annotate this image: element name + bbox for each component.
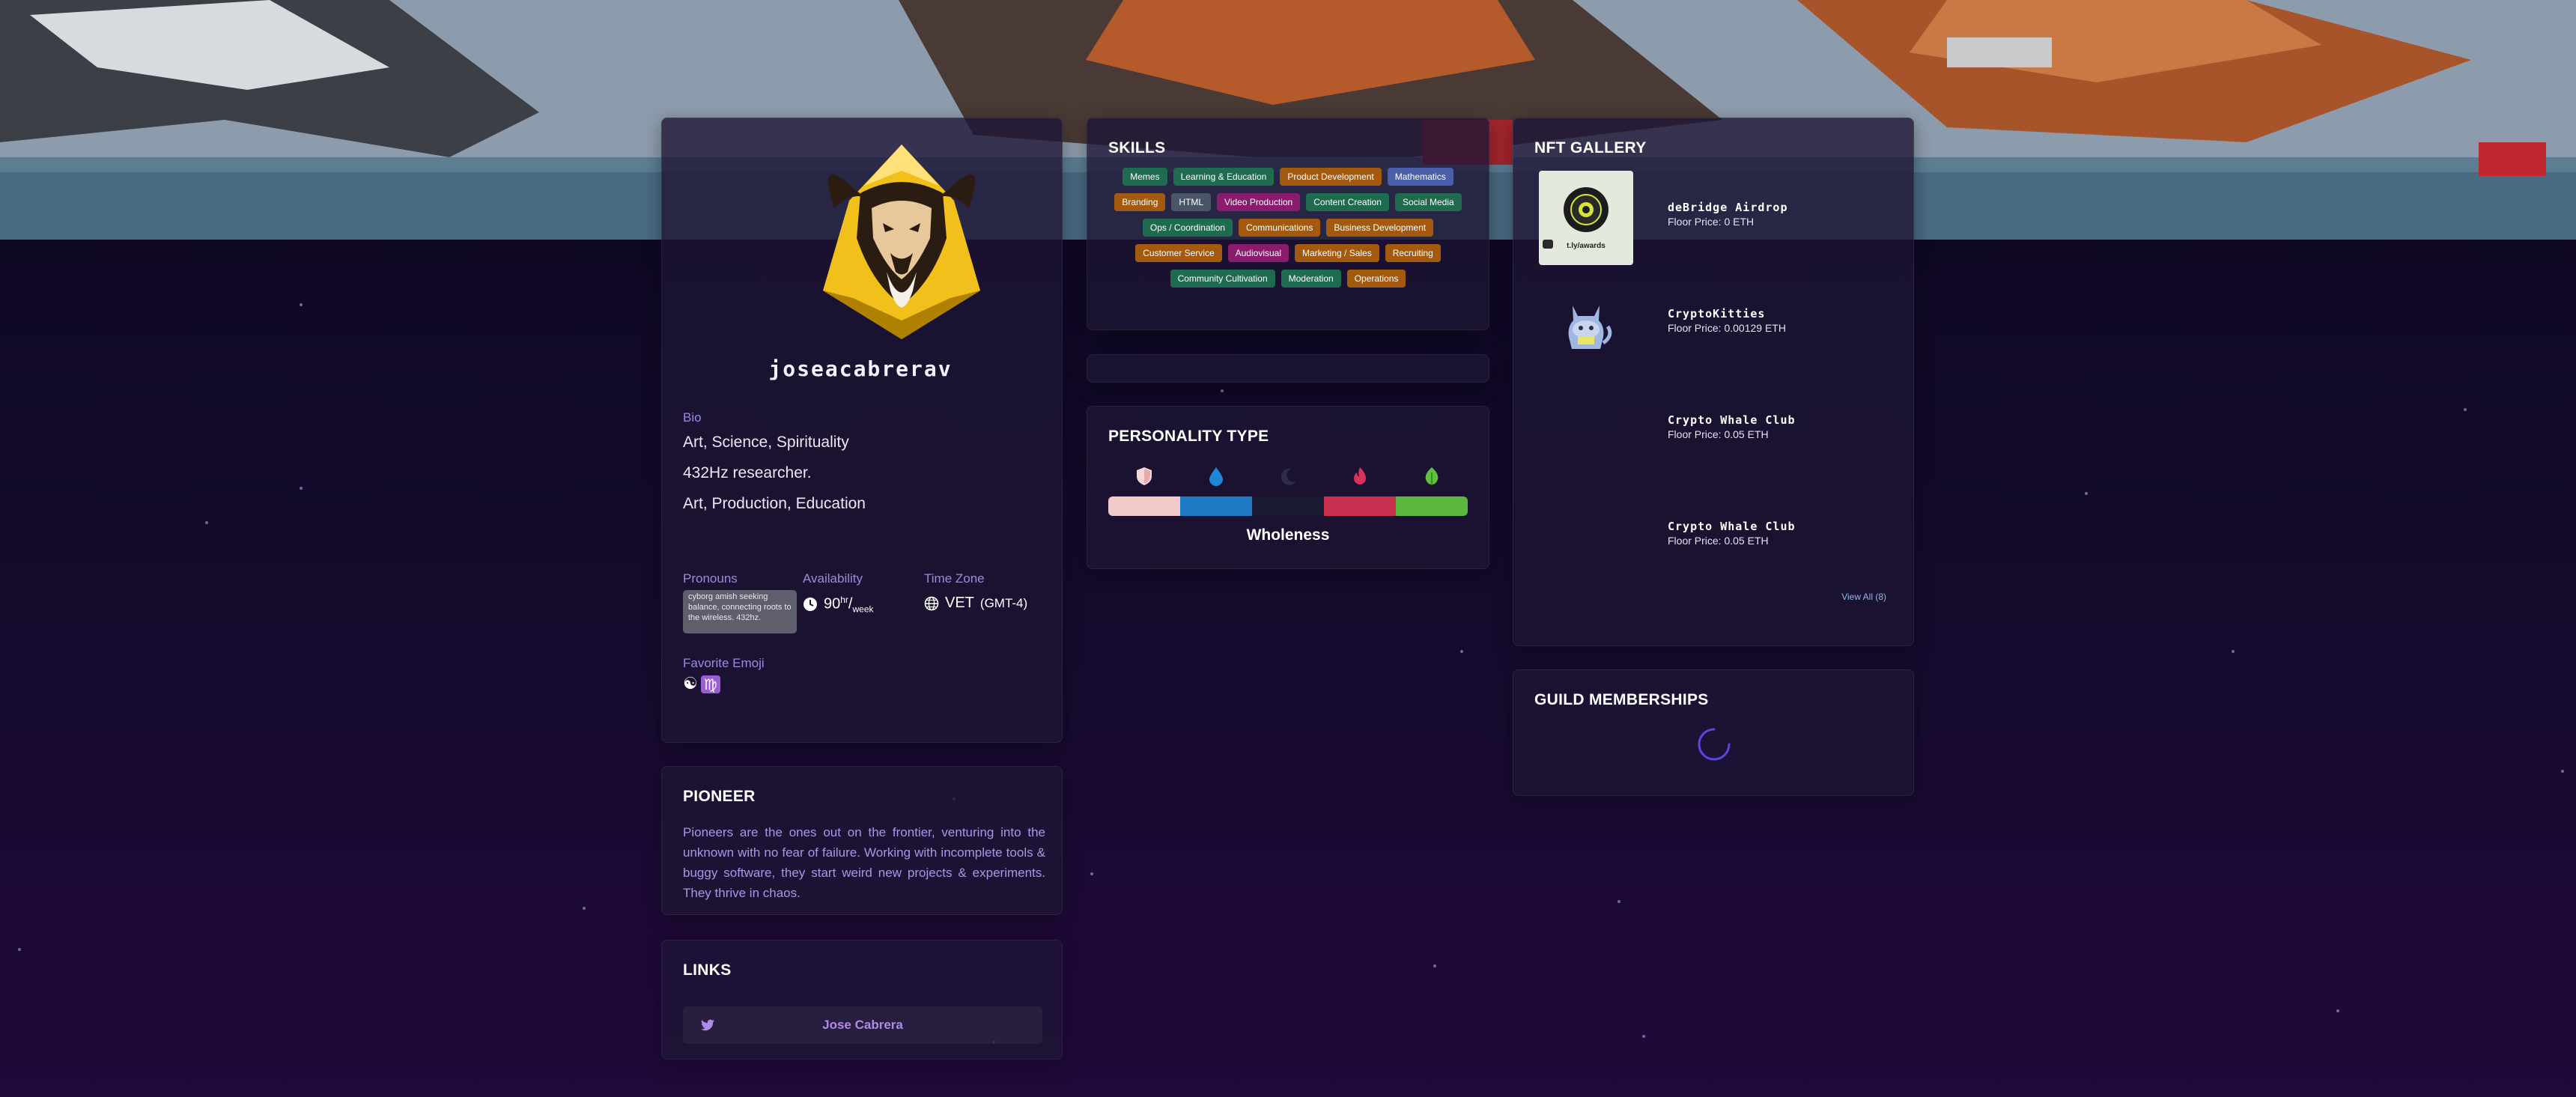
skill-tag: Social Media [1394,193,1462,211]
skill-tag: Ops / Coordination [1142,219,1233,237]
skill-tag: Moderation [1281,270,1341,288]
availability-unit-top: hr [840,595,848,605]
bio-label: Bio [683,410,702,425]
profile-card: joseacabrerav Bio Art, Science, Spiritua… [661,118,1063,743]
skill-tag: Operations [1346,270,1406,288]
availability-value: 90hr/week [803,595,874,615]
bio-line: Art, Production, Education [683,495,866,512]
pronouns-value: cyborg amish seeking balance, connecting… [683,590,797,633]
bio-line: 432Hz researcher. [683,464,812,481]
nft-item[interactable]: Crypto Whale Club Floor Price: 0.05 ETH [1539,383,1853,478]
skills-title: SKILLS [1108,139,1166,157]
nft-name: deBridge Airdrop [1668,201,1788,214]
skill-tag: Product Development [1280,168,1382,186]
nft-floor-price: Floor Price: 0 ETH [1668,216,1755,228]
skill-tag: Mathematics [1387,168,1453,186]
yin-yang-emoji: ☯ [683,675,698,693]
personality-name: Wholeness [1246,526,1330,544]
skill-tag: Memes [1123,168,1167,186]
personality-color-segment [1108,496,1180,516]
availability-hours: 90 [824,595,841,613]
skill-tag: Video Production [1217,193,1301,211]
view-all-link[interactable]: View All (8) [1841,592,1886,602]
username: joseacabrerav [768,356,953,381]
personality-card: PERSONALITY TYPE Wholeness [1087,406,1489,569]
loading-spinner-icon [1698,728,1731,761]
nft-thumbnail[interactable] [1539,277,1633,371]
skill-tag: Marketing / Sales [1295,244,1379,262]
skill-tag: Business Development [1326,219,1434,237]
skill-tag: Communications [1238,219,1321,237]
skill-tag: HTML [1171,193,1212,211]
skill-tag: Recruiting [1385,244,1441,262]
twitter-link-label[interactable]: Jose Cabrera [683,1018,1042,1033]
personality-icons [1108,467,1468,486]
nft-name: Crypto Whale Club [1668,413,1796,427]
availability-unit-bottom: week [852,604,874,615]
skill-tag: Audiovisual [1227,244,1289,262]
links-card: LINKS Jose Cabrera [661,940,1063,1060]
avatar [819,141,984,343]
leaf-icon [1425,467,1439,485]
bio-line: Art, Science, Spirituality [683,434,849,451]
timezone-abbr: VET [945,595,974,611]
links-title: LINKS [683,961,732,979]
nft-name: CryptoKitties [1668,307,1766,320]
skill-tag: Branding [1114,193,1166,211]
skills-card: SKILLS Memes Learning & Education Product … [1087,118,1489,330]
nft-item[interactable]: CryptoKitties Floor Price: 0.00129 ETH [1539,277,1853,371]
skill-tag: Community Cultivation [1170,270,1275,288]
clock-icon [804,598,817,612]
pioneer-card: PIONEER Pioneers are the ones out on the… [661,766,1063,915]
globe-icon [924,596,939,610]
personality-color-segment [1324,496,1396,516]
nft-gallery-card: NFT GALLERY t.ly/awards deBridge Airdrop… [1513,118,1914,646]
pioneer-description: Pioneers are the ones out on the frontie… [683,825,1045,900]
pioneer-title: PIONEER [683,788,756,805]
moon-icon [1281,468,1296,485]
timezone-offset: (GMT-4) [979,595,1028,610]
timezone-label: Time Zone [924,571,985,586]
shield-icon [1137,467,1152,485]
skills-list: Memes Learning & Education Product Develop… [1110,168,1466,288]
personality-color-segment [1396,496,1468,516]
water-drop-icon [1209,467,1223,486]
skill-tag: Customer Service [1135,244,1222,262]
nft-item[interactable]: Crypto Whale Club Floor Price: 0.05 ETH [1539,490,1853,584]
guild-memberships-title: GUILD MEMBERSHIPS [1534,691,1709,708]
favorite-emoji: ☯ ♍ [683,675,720,693]
fire-icon [1354,467,1366,484]
nft-thumbnail[interactable] [1539,383,1633,478]
twitter-link[interactable]: Jose Cabrera [683,1006,1042,1044]
personality-title: PERSONALITY TYPE [1108,428,1269,445]
nft-thumbnail[interactable]: t.ly/awards [1539,171,1633,265]
personality-color-segment [1252,496,1324,516]
pronouns-label: Pronouns [683,571,738,586]
skill-tag: Learning & Education [1173,168,1275,186]
guild-memberships-card: GUILD MEMBERSHIPS [1513,669,1914,796]
skill-tag: Content Creation [1306,193,1389,211]
personality-color-segment [1180,496,1252,516]
personality-color-bar [1108,496,1468,516]
empty-card [1087,354,1489,383]
availability-label: Availability [803,571,863,586]
nft-thumb-caption: t.ly/awards [1567,242,1606,250]
favorite-emoji-label: Favorite Emoji [683,656,765,670]
nft-floor-price: Floor Price: 0.00129 ETH [1668,322,1786,334]
nft-name: Crypto Whale Club [1668,520,1796,533]
nft-floor-price: Floor Price: 0.05 ETH [1668,535,1769,547]
virgo-emoji: ♍ [700,675,720,693]
nft-item[interactable]: t.ly/awards deBridge Airdrop Floor Price… [1539,171,1853,265]
nft-gallery-title: NFT GALLERY [1534,139,1647,157]
timezone-value: VET (GMT-4) [924,595,1027,612]
nft-floor-price: Floor Price: 0.05 ETH [1668,428,1769,440]
nft-thumbnail[interactable] [1539,490,1633,584]
